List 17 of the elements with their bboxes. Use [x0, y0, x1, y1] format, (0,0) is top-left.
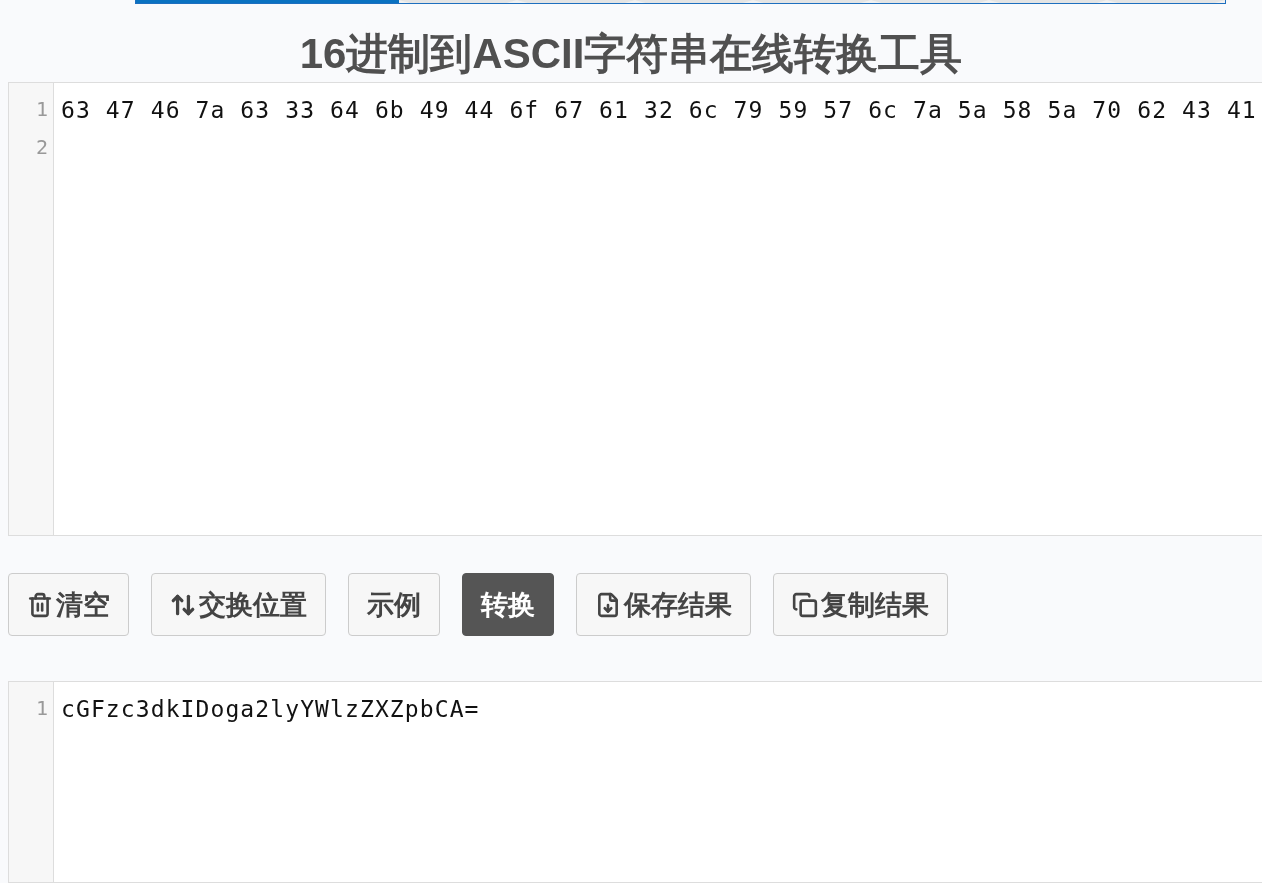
- code-line: 63 47 46 7a 63 33 64 6b 49 44 6f 67 61 32 6c 79 59 57 6c 7a 5a 58 5a 70 62 43 41: [61, 97, 1257, 123]
- code-line: cGFzc3dkIDoga2lyYWlzZXZpbCA=: [61, 696, 480, 722]
- toolbar-button[interactable]: 转换: [462, 573, 554, 636]
- line-number: 1: [35, 696, 49, 722]
- code-editor[interactable]: 1 cGFzc3dkIDoga2lyYWlzZXZpbCA=: [8, 681, 1262, 883]
- line-number: 2: [35, 135, 49, 161]
- page-title: 16进制到ASCII字符串在线转换工具: [298, 29, 964, 79]
- toolbar-button[interactable]: 清空: [8, 573, 129, 636]
- toolbar-button[interactable]: 复制结果: [773, 573, 948, 636]
- file-download-icon: [595, 591, 621, 618]
- line-number: 1: [35, 97, 49, 123]
- code-editor[interactable]: 1 2 63 47 46 7a 63 33 64 6b 49 44 6f 67 61 32 6c 79 59 57 6c 7a 5a 58 5a 70 62 43 41: [8, 82, 1262, 536]
- copy-icon: [792, 591, 818, 618]
- trash-icon: [27, 591, 53, 618]
- toolbar-button[interactable]: 交换位置: [151, 573, 326, 636]
- toolbar-button[interactable]: 保存结果: [576, 573, 751, 636]
- toolbar-button[interactable]: 示例: [348, 573, 440, 636]
